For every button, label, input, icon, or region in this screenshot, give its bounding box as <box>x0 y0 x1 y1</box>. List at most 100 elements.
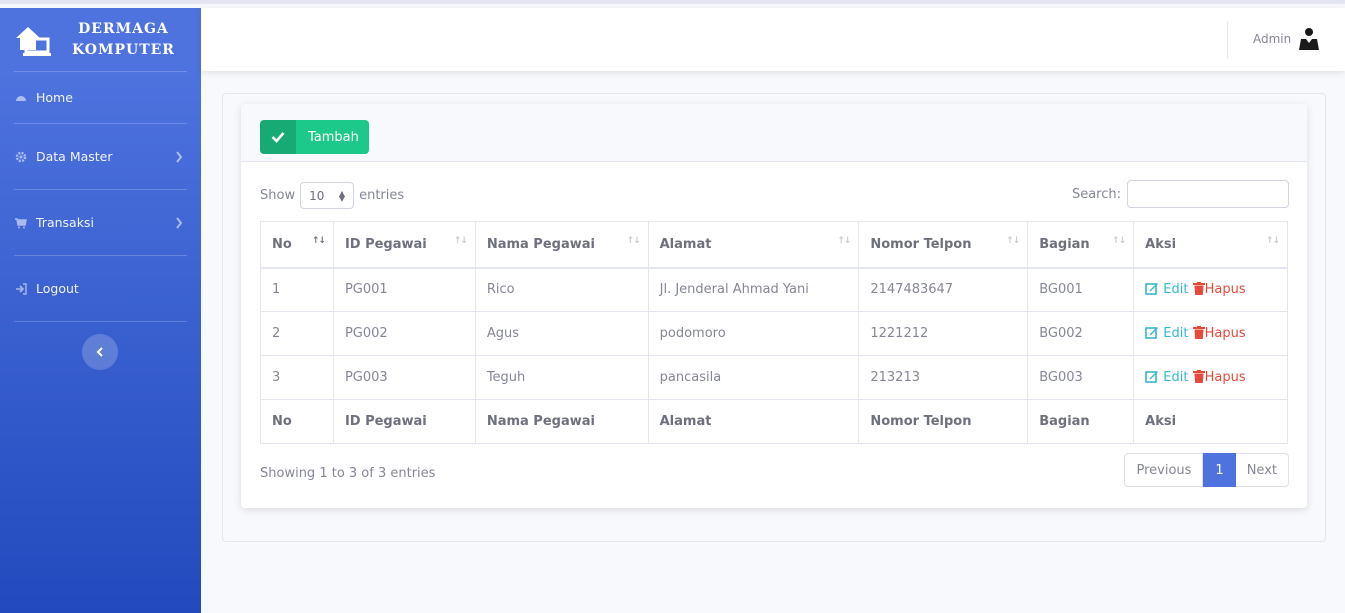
brand-line-1: DERMAGA <box>78 20 169 37</box>
chevron-left-icon <box>96 347 103 357</box>
column-header-id-pegawai[interactable]: ID Pegawai ↑↓ <box>332 221 476 269</box>
footer-header-id-pegawai: ID Pegawai <box>332 399 476 444</box>
sort-icon: ↑↓ <box>1112 236 1126 246</box>
sidebar-item-logout[interactable]: Logout <box>0 256 201 321</box>
gear-icon <box>15 151 27 162</box>
pagination: Previous 1 Next <box>1124 453 1289 487</box>
sort-icon: ↑↓ <box>453 236 468 246</box>
sort-asc-icon: ↑↓ <box>311 236 326 246</box>
footer-header-aksi: Aksi <box>1133 399 1288 444</box>
cell-alamat: podomoro <box>647 311 860 356</box>
cell-nomor-telpon: 1221212 <box>858 311 1029 356</box>
dashboard-icon <box>16 95 26 101</box>
page-1-button[interactable]: 1 <box>1203 453 1236 487</box>
chevron-right-icon <box>176 150 183 163</box>
cell-id-pegawai: PG003 <box>332 355 476 400</box>
cell-nama-pegawai: Agus <box>474 311 649 356</box>
brand-name: DERMAGA KOMPUTER <box>72 19 175 61</box>
show-label: Show <box>260 188 296 203</box>
chevron-right-icon <box>176 216 183 229</box>
sidebar: DERMAGA KOMPUTER Home Data Master Transa… <box>0 8 201 613</box>
sidebar-item-label: Data Master <box>36 149 113 164</box>
sidebar-item-transaksi[interactable]: Transaksi <box>0 190 201 255</box>
delete-link[interactable]: Hapus <box>1192 370 1246 385</box>
column-header-bagian[interactable]: Bagian ↑↓ <box>1027 221 1135 269</box>
cell-nomor-telpon: 213213 <box>858 355 1029 400</box>
sidebar-item-label: Home <box>36 90 73 105</box>
delete-link[interactable]: Hapus <box>1192 326 1246 341</box>
brand-line-2: KOMPUTER <box>72 41 175 58</box>
user-avatar-icon[interactable] <box>1298 27 1320 51</box>
add-button[interactable]: Tambah <box>260 120 369 154</box>
sort-icon: ↑↓ <box>626 236 641 246</box>
sidebar-item-data-master[interactable]: Data Master <box>0 124 201 189</box>
search-label: Search: <box>1071 186 1121 202</box>
table-header-row: No ↑↓ ID Pegawai ↑↓ Nama Pegawai ↑↓ Alamat ↑… <box>260 221 1288 269</box>
cell-alamat: Jl. Jenderal Ahmad Yani <box>647 267 860 312</box>
column-header-alamat[interactable]: Alamat ↑↓ <box>647 221 860 269</box>
sidebar-item-label: Logout <box>36 281 79 296</box>
column-header-aksi[interactable]: Aksi ↑↓ <box>1133 221 1288 269</box>
sidebar-divider <box>14 321 187 322</box>
entries-select-value: 10 <box>309 188 325 203</box>
topbar: Admin <box>201 8 1345 71</box>
table-info: Showing 1 to 3 of 3 entries <box>260 466 436 481</box>
topbar-divider <box>1227 22 1228 58</box>
search-input[interactable] <box>1127 180 1289 208</box>
data-card: Tambah Show 10 ▲ ▼ entries Search: No ↑↓ I… <box>241 104 1307 508</box>
check-icon <box>260 120 296 154</box>
edit-link[interactable]: Edit <box>1145 282 1192 297</box>
home-computer-icon <box>16 26 51 56</box>
table-row: 1 PG001 Rico Jl. Jenderal Ahmad Yani 214… <box>260 267 1288 312</box>
user-name[interactable]: Admin <box>1253 32 1291 46</box>
cell-bagian: BG003 <box>1027 355 1135 400</box>
column-header-no[interactable]: No ↑↓ <box>260 221 334 269</box>
add-button-label: Tambah <box>308 129 359 145</box>
edit-link[interactable]: Edit <box>1145 370 1192 385</box>
card-header: Tambah <box>241 104 1307 162</box>
table-footer-row: No ID Pegawai Nama Pegawai Alamat Nomor … <box>260 399 1288 444</box>
cell-id-pegawai: PG002 <box>332 311 476 356</box>
sidebar-brand[interactable]: DERMAGA KOMPUTER <box>0 8 201 71</box>
cell-no: 3 <box>260 355 334 400</box>
entries-length-control: Show 10 ▲ ▼ entries <box>260 182 404 209</box>
footer-header-nama-pegawai: Nama Pegawai <box>474 399 649 444</box>
cell-nama-pegawai: Rico <box>474 267 649 312</box>
sidebar-item-label: Transaksi <box>36 215 94 230</box>
select-caret-icon: ▲ ▼ <box>338 189 346 203</box>
cell-no: 1 <box>260 267 334 312</box>
edit-icon <box>1145 283 1159 296</box>
cell-aksi: Edit Hapus <box>1133 267 1288 312</box>
cell-nomor-telpon: 2147483647 <box>858 267 1029 312</box>
table-row: 2 PG002 Agus podomoro 1221212 BG002 Edit… <box>260 311 1288 356</box>
cart-icon <box>15 217 27 228</box>
cell-alamat: pancasila <box>647 355 860 400</box>
column-header-nomor-telpon[interactable]: Nomor Telpon ↑↓ <box>858 221 1029 269</box>
search-control: Search: <box>1072 180 1289 208</box>
cell-no: 2 <box>260 311 334 356</box>
trash-icon <box>1192 370 1205 383</box>
cell-bagian: BG002 <box>1027 311 1135 356</box>
cell-nama-pegawai: Teguh <box>474 355 649 400</box>
footer-header-bagian: Bagian <box>1027 399 1135 444</box>
delete-link[interactable]: Hapus <box>1192 282 1246 297</box>
sort-icon: ↑↓ <box>837 236 851 246</box>
next-page-button[interactable]: Next <box>1235 453 1289 487</box>
sort-icon: ↑↓ <box>1006 236 1020 246</box>
column-header-nama-pegawai[interactable]: Nama Pegawai ↑↓ <box>474 221 649 269</box>
trash-icon <box>1192 326 1205 339</box>
footer-header-nomor-telpon: Nomor Telpon <box>858 399 1029 444</box>
entries-select[interactable]: 10 ▲ ▼ <box>300 182 355 209</box>
footer-header-alamat: Alamat <box>647 399 860 444</box>
edit-link[interactable]: Edit <box>1145 326 1192 341</box>
cell-id-pegawai: PG001 <box>332 267 476 312</box>
cell-aksi: Edit Hapus <box>1133 355 1288 400</box>
logout-icon <box>16 282 27 295</box>
previous-page-button[interactable]: Previous <box>1124 453 1204 487</box>
trash-icon <box>1192 282 1205 296</box>
cell-bagian: BG001 <box>1027 267 1135 312</box>
sort-icon: ↑↓ <box>1265 236 1280 246</box>
employee-table: No ↑↓ ID Pegawai ↑↓ Nama Pegawai ↑↓ Alamat ↑… <box>260 221 1288 444</box>
sidebar-item-home[interactable]: Home <box>0 72 201 123</box>
sidebar-toggle-button[interactable] <box>82 334 118 370</box>
